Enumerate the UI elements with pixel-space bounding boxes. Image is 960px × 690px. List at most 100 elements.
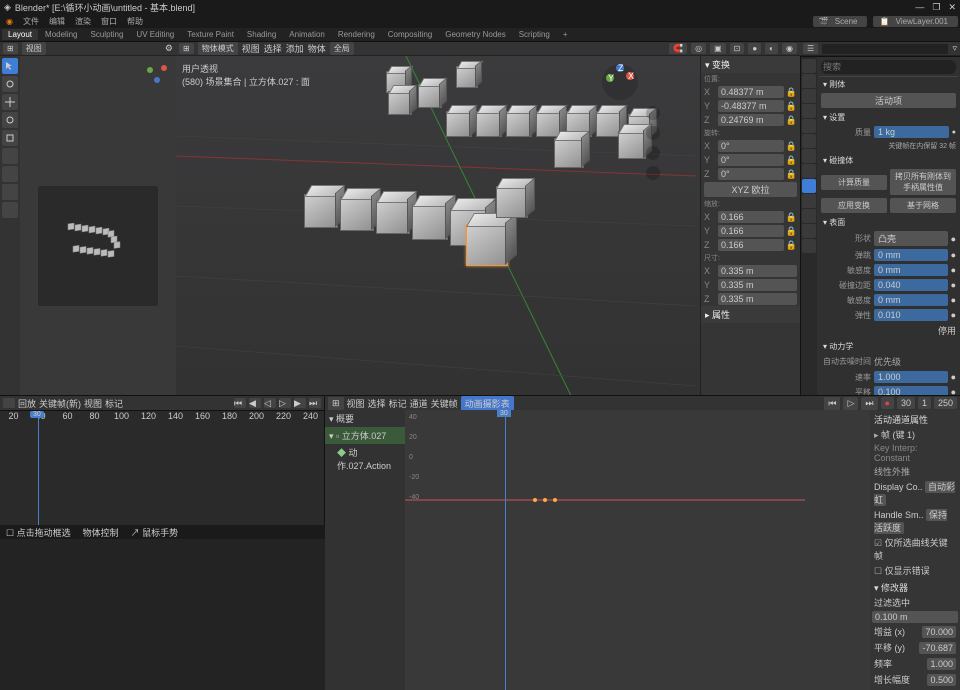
next-key-icon[interactable]: ▶ — [294, 398, 306, 408]
snap-icon[interactable]: 🧲 — [669, 43, 687, 54]
tab-animation[interactable]: Animation — [283, 29, 331, 40]
channel-summary[interactable]: ▾ 概要 — [325, 410, 405, 427]
ptab-constraint[interactable] — [802, 194, 816, 208]
loc-y[interactable]: -0.48377 m — [718, 100, 784, 112]
rb-header[interactable]: ▾ 刚体 — [819, 76, 958, 92]
shade-render-icon[interactable]: ◉ — [782, 43, 797, 54]
graph-playhead[interactable]: 30 — [505, 410, 506, 690]
tool-transform[interactable] — [2, 148, 18, 164]
rot-mode[interactable]: XYZ 欧拉 — [704, 182, 797, 197]
g-ch[interactable]: 0.100 m — [872, 611, 958, 623]
menu-window[interactable]: 窗口 — [97, 16, 121, 27]
zoom-icon[interactable] — [646, 106, 660, 120]
preview-opt-icon[interactable]: ⚙ — [165, 43, 173, 54]
tool-scale[interactable] — [2, 130, 18, 146]
play-icon[interactable]: ▷ — [279, 398, 291, 408]
tab-rendering[interactable]: Rendering — [332, 29, 381, 40]
mass-field[interactable]: 1 kg — [874, 126, 949, 138]
mesh-based-btn[interactable]: 基于网格 — [890, 198, 956, 213]
ptab-object[interactable] — [802, 134, 816, 148]
bounce-field[interactable]: 0 mm — [874, 249, 948, 261]
margin-field[interactable]: 0.040 — [874, 279, 948, 291]
scale-x[interactable]: 0.166 — [718, 211, 784, 223]
tab-modeling[interactable]: Modeling — [39, 29, 83, 40]
tab-layout[interactable]: Layout — [2, 29, 38, 40]
tab-shading[interactable]: Shading — [241, 29, 282, 40]
selected-cube[interactable] — [466, 224, 508, 266]
tab-scripting[interactable]: Scripting — [513, 29, 556, 40]
play-rev-icon[interactable]: ◁ — [264, 398, 276, 408]
g-view[interactable]: 视图 — [347, 397, 365, 410]
tab-geonodes[interactable]: Geometry Nodes — [439, 29, 511, 40]
ptab-data[interactable] — [802, 209, 816, 223]
ptab-world[interactable] — [802, 119, 816, 133]
camera-icon[interactable] — [646, 146, 660, 160]
menu-add[interactable]: 添加 — [286, 42, 304, 55]
jump-end-icon[interactable]: ⏭ — [309, 398, 321, 408]
attr-panel-header[interactable]: ▸ 属性 — [701, 306, 800, 323]
tool-select[interactable] — [2, 58, 18, 74]
xray-icon[interactable]: ▣ — [710, 43, 726, 54]
apply-trans-btn[interactable]: 应用变换 — [821, 198, 887, 213]
shade-solid-icon[interactable]: ● — [748, 43, 761, 54]
scale-z[interactable]: 0.166 — [718, 239, 784, 251]
g-channel[interactable]: 通道 — [410, 397, 428, 410]
g-jump-end[interactable]: ⏭ — [861, 397, 877, 410]
dim-z[interactable]: 0.335 m — [718, 293, 797, 305]
tool-cursor[interactable] — [2, 76, 18, 92]
g-key[interactable]: 关键帧 — [431, 397, 458, 410]
graph-view[interactable]: 40 20 0 -20 -40 30 — [405, 410, 870, 690]
ptab-material[interactable] — [802, 224, 816, 238]
tl-view[interactable]: 视图 — [84, 397, 102, 410]
loc-z[interactable]: 0.24769 m — [718, 114, 784, 126]
tab-uv[interactable]: UV Editing — [130, 29, 180, 40]
viewlayer-selector[interactable]: 📋 ViewLayer.001 — [873, 16, 958, 27]
tab-sculpting[interactable]: Sculpting — [85, 29, 130, 40]
ptab-texture[interactable] — [802, 239, 816, 253]
orientation[interactable]: 全局 — [330, 42, 354, 55]
menu-help[interactable]: 帮助 — [123, 16, 147, 27]
overlay-icon[interactable]: ◎ — [691, 43, 706, 54]
g-select[interactable]: 选择 — [368, 397, 386, 410]
editor-type-3d[interactable]: ⊞ — [179, 43, 194, 54]
prev-key-icon[interactable]: ◀ — [249, 398, 261, 408]
rot-y[interactable]: 0° — [718, 154, 784, 166]
ptab-physics[interactable] — [802, 179, 816, 193]
viewport-3d[interactable]: 用户透视 (580) 场景集合 | 立方体.027 : 面 — [176, 56, 700, 395]
playhead[interactable]: 30 — [38, 411, 39, 525]
ptab-output[interactable] — [802, 74, 816, 88]
dim-y[interactable]: 0.335 m — [718, 279, 797, 291]
graph-editor-icon[interactable]: ⊞ — [328, 397, 344, 410]
outliner-type[interactable]: ☰ — [803, 43, 818, 54]
persp-icon[interactable] — [646, 166, 660, 180]
transform-header[interactable]: ▾ 变换 — [701, 56, 800, 73]
g-play[interactable]: ▷ — [843, 397, 858, 410]
speed-field[interactable]: 1.000 — [874, 371, 948, 383]
channel-obj[interactable]: ▾ ▫ 立方体.027 — [325, 427, 405, 444]
tl-keying[interactable]: 关键帧(新) — [39, 397, 81, 410]
tool-measure[interactable] — [2, 184, 18, 200]
tool-rotate[interactable] — [2, 112, 18, 128]
tool-addcube[interactable] — [2, 202, 18, 218]
menu-file[interactable]: 文件 — [19, 16, 43, 27]
mode-selector[interactable]: 物体模式 — [198, 42, 238, 55]
tab-add[interactable]: + — [557, 29, 574, 40]
rot-x[interactable]: 0° — [718, 140, 784, 152]
menu-render[interactable]: 渲染 — [71, 16, 95, 27]
ptab-particles[interactable] — [802, 164, 816, 178]
pan-icon[interactable] — [646, 126, 660, 140]
filter-icon[interactable]: ▿ — [952, 43, 957, 54]
channel-action[interactable]: ◆ 动作.027.Action — [325, 444, 405, 474]
tab-compositing[interactable]: Compositing — [382, 29, 438, 40]
nav-gizmo[interactable]: X Y Z — [600, 62, 640, 102]
ptab-scene[interactable] — [802, 104, 816, 118]
menu-object[interactable]: 物体 — [308, 42, 326, 55]
menu-select[interactable]: 选择 — [264, 42, 282, 55]
dim-x[interactable]: 0.335 m — [718, 265, 797, 277]
loc-x[interactable]: 0.48377 m — [718, 86, 784, 98]
shade-mat-icon[interactable]: ◐ — [765, 43, 778, 54]
close-button[interactable]: ✕ — [948, 2, 956, 13]
maximize-button[interactable]: ❐ — [932, 2, 940, 13]
ptab-view[interactable] — [802, 89, 816, 103]
minimize-button[interactable]: — — [915, 2, 924, 13]
